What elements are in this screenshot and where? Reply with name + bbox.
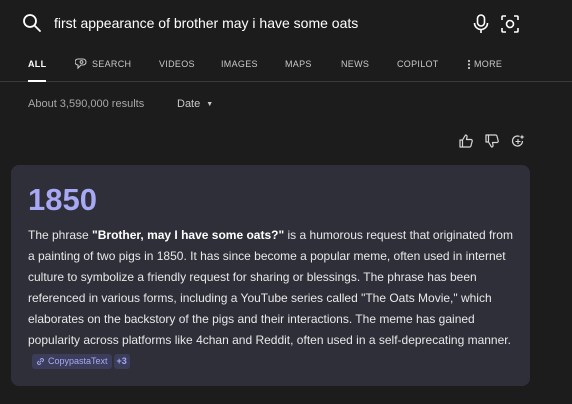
answer-text-body: is a humorous request that originated fr… <box>28 228 513 347</box>
page: ALL SEARCH VIDEOS IMAGES MAPS NEWS COPIL… <box>0 0 572 404</box>
tab-videos-label: VIDEOS <box>159 59 195 69</box>
caret-down-icon: ▼ <box>206 101 214 108</box>
tab-news[interactable]: NEWS <box>341 52 369 81</box>
thumbs-down-icon[interactable] <box>484 133 500 149</box>
source-chip-label: CopypastaText <box>48 356 108 366</box>
tab-more-label: MORE <box>474 59 503 69</box>
tab-search-label: SEARCH <box>92 59 132 69</box>
more-sources-chip[interactable]: +3 <box>113 354 130 369</box>
kebab-icon <box>467 59 471 70</box>
tab-videos[interactable]: VIDEOS <box>159 52 195 81</box>
tab-maps[interactable]: MAPS <box>285 52 312 81</box>
search-bar <box>0 0 572 46</box>
search-icon[interactable] <box>22 13 42 33</box>
visual-search-icon[interactable] <box>500 14 520 34</box>
tab-copilot[interactable]: COPILOT <box>397 52 439 81</box>
search-input[interactable] <box>54 12 454 34</box>
answer-text: The phrase "Brother, may I have some oat… <box>28 225 518 372</box>
results-count: About 3,590,000 results <box>28 98 145 110</box>
tab-maps-label: MAPS <box>285 59 312 69</box>
tab-more[interactable]: MORE <box>467 52 502 81</box>
copilot-sparkle-icon[interactable] <box>510 133 526 149</box>
search-tabs: ALL SEARCH VIDEOS IMAGES MAPS NEWS COPIL… <box>0 52 572 82</box>
microphone-icon[interactable] <box>472 14 490 34</box>
tab-search[interactable]: SEARCH <box>74 52 132 81</box>
tab-news-label: NEWS <box>341 59 370 69</box>
date-filter-dropdown[interactable]: Date ▼ <box>177 98 213 110</box>
copilot-search-icon <box>74 58 87 70</box>
tab-copilot-label: COPILOT <box>397 59 439 69</box>
answer-text-quote: "Brother, may I have some oats?" <box>92 228 285 242</box>
tab-all-label: ALL <box>28 59 47 69</box>
tab-all[interactable]: ALL <box>28 52 47 82</box>
answer-headline: 1850 <box>28 182 97 217</box>
tab-images[interactable]: IMAGES <box>221 52 258 81</box>
link-icon <box>37 358 44 365</box>
tab-images-label: IMAGES <box>221 59 258 69</box>
answer-text-intro: The phrase <box>28 228 93 242</box>
thumbs-up-icon[interactable] <box>458 133 474 149</box>
source-chip-copypastatext[interactable]: CopypastaText <box>32 354 112 369</box>
date-filter-label: Date <box>177 98 201 110</box>
